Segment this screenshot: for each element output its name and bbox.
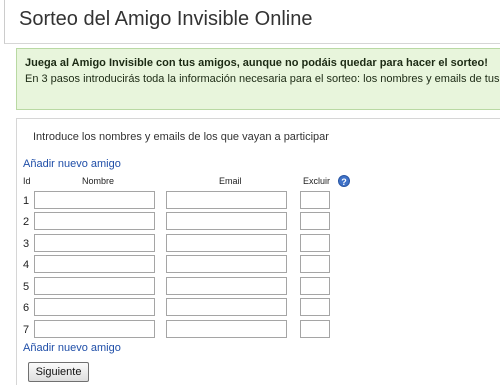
page-header: Sorteo del Amigo Invisible Online bbox=[4, 0, 500, 44]
participant-row: 6 bbox=[0, 298, 500, 320]
info-notice: Juega al Amigo Invisible con tus amigos,… bbox=[16, 48, 500, 110]
row-id: 7 bbox=[23, 324, 30, 336]
participant-row: 1 bbox=[0, 191, 500, 213]
email-input[interactable] bbox=[166, 212, 287, 230]
column-header-exclude: Excluir bbox=[303, 176, 331, 186]
next-button[interactable]: Siguiente bbox=[28, 362, 89, 382]
name-input[interactable] bbox=[34, 320, 155, 338]
name-input[interactable] bbox=[34, 298, 155, 316]
row-id: 2 bbox=[23, 216, 30, 228]
email-input[interactable] bbox=[166, 277, 287, 295]
email-input[interactable] bbox=[166, 191, 287, 209]
column-header-name: Nombre bbox=[82, 176, 115, 186]
add-friend-link-bottom[interactable]: Añadir nuevo amigo bbox=[23, 342, 121, 354]
name-input[interactable] bbox=[34, 277, 155, 295]
row-id: 1 bbox=[23, 195, 30, 207]
name-input[interactable] bbox=[34, 234, 155, 252]
exclude-input[interactable] bbox=[300, 191, 330, 209]
exclude-input[interactable] bbox=[300, 320, 330, 338]
exclude-input[interactable] bbox=[300, 255, 330, 273]
email-input[interactable] bbox=[166, 298, 287, 316]
exclude-input[interactable] bbox=[300, 212, 330, 230]
email-input[interactable] bbox=[166, 255, 287, 273]
exclude-input[interactable] bbox=[300, 234, 330, 252]
row-id: 3 bbox=[23, 238, 30, 250]
participant-row: 2 bbox=[0, 212, 500, 234]
column-header-email: Email bbox=[219, 176, 242, 186]
page-title: Sorteo del Amigo Invisible Online bbox=[19, 8, 313, 30]
help-icon[interactable]: ? bbox=[338, 175, 350, 187]
column-header-id: Id bbox=[23, 176, 31, 186]
name-input[interactable] bbox=[34, 212, 155, 230]
notice-description: En 3 pasos introducirás toda la informac… bbox=[25, 73, 500, 85]
row-id: 5 bbox=[23, 281, 30, 293]
email-input[interactable] bbox=[166, 320, 287, 338]
exclude-input[interactable] bbox=[300, 277, 330, 295]
row-id: 6 bbox=[23, 302, 30, 314]
participant-row: 3 bbox=[0, 234, 500, 256]
name-input[interactable] bbox=[34, 255, 155, 273]
row-id: 4 bbox=[23, 259, 30, 271]
participant-row: 4 bbox=[0, 255, 500, 277]
participant-row: 5 bbox=[0, 277, 500, 299]
name-input[interactable] bbox=[34, 191, 155, 209]
notice-headline: Juega al Amigo Invisible con tus amigos,… bbox=[25, 57, 488, 69]
add-friend-link-top[interactable]: Añadir nuevo amigo bbox=[23, 158, 121, 170]
exclude-input[interactable] bbox=[300, 298, 330, 316]
email-input[interactable] bbox=[166, 234, 287, 252]
participant-row: 7 bbox=[0, 320, 500, 342]
form-intro-text: Introduce los nombres y emails de los qu… bbox=[33, 131, 329, 143]
